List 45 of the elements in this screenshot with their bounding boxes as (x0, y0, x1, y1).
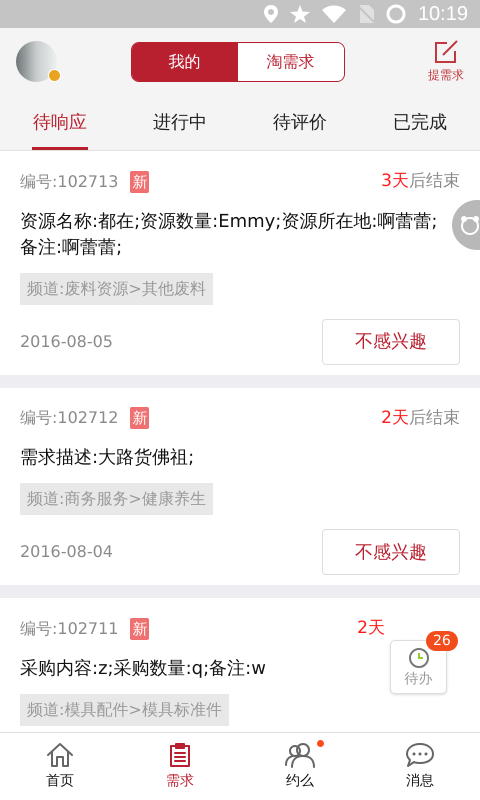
edit-icon (433, 40, 459, 64)
nav-item[interactable]: 需求 (120, 733, 240, 800)
home-icon (46, 742, 74, 768)
request-date: 2016-08-04 (20, 541, 113, 563)
channel-tag: 频道:商务服务>健康养生 (20, 483, 213, 515)
post-request-button[interactable]: 提需求 (428, 40, 464, 84)
request-date: 2016-08-05 (20, 330, 113, 352)
vip-badge-icon (48, 69, 61, 82)
location-icon (264, 5, 278, 23)
request-number: 编号:102713 (20, 170, 118, 193)
status-tab[interactable]: 进行中 (120, 95, 240, 150)
request-number: 编号:102711 (20, 618, 118, 640)
not-interested-button[interactable]: 不感兴趣 (322, 318, 460, 364)
ends-label: 后结束 (409, 170, 460, 193)
request-description: 资源名称:都在;资源数量:Emmy;资源所在地:啊蕾蕾;备注:啊蕾蕾; (20, 210, 438, 260)
ends-label: 后结束 (409, 406, 460, 430)
status-tab[interactable]: 待评价 (240, 95, 360, 150)
wifi-icon (322, 5, 346, 23)
status-tab[interactable]: 待响应 (0, 95, 120, 150)
channel-tag: 频道:模具配件>模具标准件 (20, 694, 229, 726)
request-description: 采购内容:z;采购数量:q;备注:w (20, 656, 266, 680)
new-badge: 新 (130, 618, 150, 640)
status-tab[interactable]: 已完成 (360, 95, 480, 150)
clock-time: 10:19 (418, 2, 468, 27)
sync-icon (386, 4, 406, 24)
chat-icon (405, 742, 435, 768)
not-interested-button[interactable]: 不感兴趣 (322, 529, 460, 575)
star-icon (290, 5, 310, 23)
nav-item[interactable]: 约么 (240, 733, 360, 800)
new-badge: 新 (130, 170, 150, 193)
new-badge: 新 (130, 407, 150, 430)
days-remaining: 2天 (381, 406, 409, 430)
people-icon (284, 742, 316, 768)
days-remaining: 3天 (381, 170, 409, 193)
days-remaining: 2天 (357, 617, 385, 640)
request-number: 编号:102712 (20, 407, 118, 430)
nav-item[interactable]: 消息 (360, 733, 480, 800)
segment-tab[interactable]: 淘需求 (238, 42, 344, 80)
no-sim-icon (358, 5, 374, 23)
nav-item[interactable]: 首页 (0, 733, 120, 800)
bear-icon (460, 215, 480, 235)
request-description: 需求描述:大路货佛祖; (20, 446, 194, 470)
channel-tag: 频道:废料资源>其他废料 (20, 272, 213, 304)
clipboard-icon (168, 742, 192, 768)
segment-tab[interactable]: 我的 (132, 42, 238, 80)
